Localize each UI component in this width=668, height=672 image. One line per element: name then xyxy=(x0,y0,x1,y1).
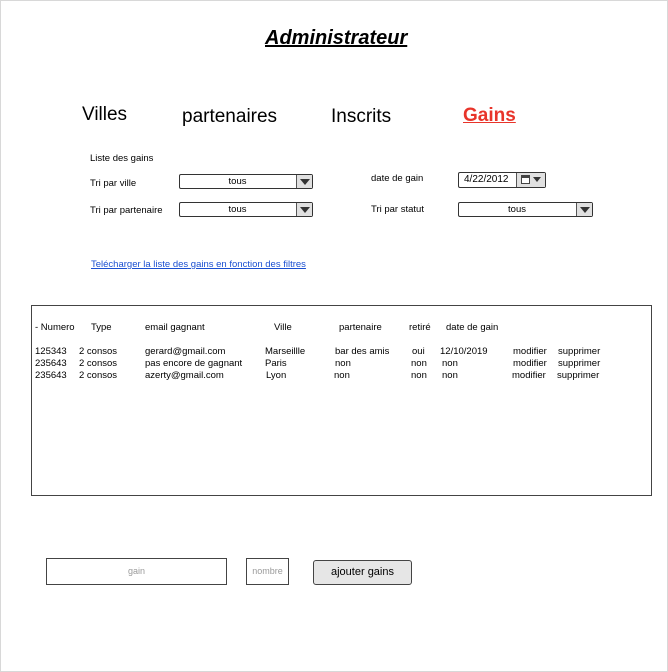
row-numero: 235643 xyxy=(35,358,67,369)
row-partenaire: non xyxy=(335,358,351,369)
row-email: azerty@gmail.com xyxy=(145,370,224,381)
gains-table: - Numero Type email gagnant Ville parten… xyxy=(31,305,652,496)
nav-villes[interactable]: Villes xyxy=(82,104,127,126)
header-partenaire: partenaire xyxy=(339,322,382,333)
row-type: 2 consos xyxy=(79,370,118,381)
row-email: gerard@gmail.com xyxy=(145,346,226,357)
row-partenaire: bar des amis xyxy=(335,346,390,357)
chevron-down-icon[interactable] xyxy=(296,175,312,188)
tri-partenaire-label: Tri par partenaire xyxy=(90,205,163,216)
row-retire: non xyxy=(411,370,427,381)
modifier-link[interactable]: modifier xyxy=(513,346,547,357)
row-numero: 235643 xyxy=(35,370,67,381)
nav-gains[interactable]: Gains xyxy=(463,105,516,127)
gain-input[interactable]: gain xyxy=(46,558,227,585)
row-date: non xyxy=(442,358,458,369)
tri-statut-select[interactable]: tous xyxy=(458,202,593,217)
download-link[interactable]: Telécharger la liste des gains en foncti… xyxy=(91,259,306,270)
modifier-link[interactable]: modifier xyxy=(512,370,546,381)
header-retire: retiré xyxy=(409,322,431,333)
nombre-input[interactable]: nombre xyxy=(246,558,289,585)
header-numero: - Numero xyxy=(35,322,75,333)
header-date: date de gain xyxy=(446,322,499,333)
modifier-link[interactable]: modifier xyxy=(513,358,547,369)
row-date: 12/10/2019 xyxy=(440,346,488,357)
row-retire: non xyxy=(411,358,427,369)
supprimer-link[interactable]: supprimer xyxy=(558,346,600,357)
row-email: pas encore de gagnant xyxy=(145,358,243,369)
page-title: Administrateur xyxy=(265,27,408,49)
row-date: non xyxy=(442,370,458,381)
supprimer-link[interactable]: supprimer xyxy=(558,358,600,369)
tri-statut-value: tous xyxy=(508,204,526,215)
nav-inscrits[interactable]: Inscrits xyxy=(331,106,391,128)
tri-statut-label: Tri par statut xyxy=(371,204,424,215)
tri-ville-value: tous xyxy=(228,176,247,187)
supprimer-link[interactable]: supprimer xyxy=(557,370,599,381)
chevron-down-icon xyxy=(533,177,541,182)
date-gain-value: 4/22/2012 xyxy=(464,174,509,185)
chevron-down-icon[interactable] xyxy=(296,203,312,216)
date-picker-button[interactable] xyxy=(516,173,545,187)
header-type: Type xyxy=(91,322,112,333)
row-type: 2 consos xyxy=(79,358,118,369)
ajouter-gains-button[interactable]: ajouter gains xyxy=(313,560,412,585)
list-title: Liste des gains xyxy=(90,153,154,164)
chevron-down-icon[interactable] xyxy=(576,203,592,216)
tri-ville-label: Tri par ville xyxy=(90,178,137,189)
tri-partenaire-select[interactable]: tous xyxy=(179,202,313,217)
row-partenaire: non xyxy=(334,370,350,381)
row-ville: Lyon xyxy=(266,370,287,381)
nav-partenaires[interactable]: partenaires xyxy=(182,106,277,128)
date-gain-picker[interactable]: 4/22/2012 xyxy=(458,172,546,188)
tri-partenaire-value: tous xyxy=(228,204,247,215)
row-ville: Marseillle xyxy=(265,346,306,357)
date-gain-label: date de gain xyxy=(371,173,424,184)
row-ville: Paris xyxy=(265,358,287,369)
row-type: 2 consos xyxy=(79,346,118,357)
row-numero: 125343 xyxy=(35,346,67,357)
header-email: email gagnant xyxy=(145,322,205,333)
calendar-icon xyxy=(521,175,530,184)
row-retire: oui xyxy=(412,346,425,357)
tri-ville-select[interactable]: tous xyxy=(179,174,313,189)
header-ville: Ville xyxy=(274,322,292,333)
